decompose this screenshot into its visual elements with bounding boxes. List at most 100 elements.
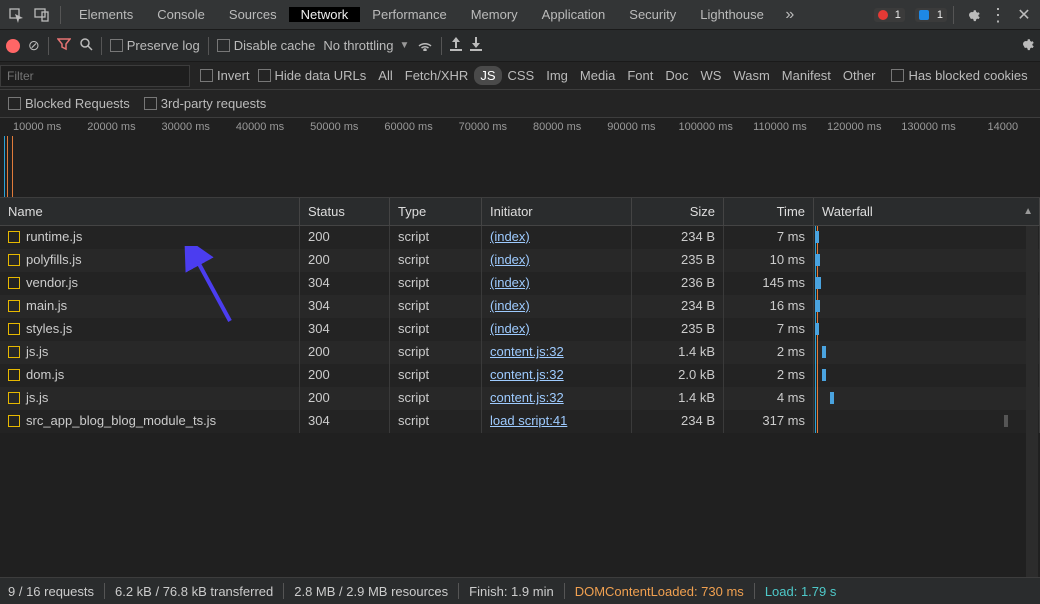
device-toggle-icon[interactable] bbox=[30, 3, 54, 27]
request-status: 200 bbox=[300, 387, 390, 410]
initiator-link[interactable]: (index) bbox=[490, 298, 530, 313]
filter-type-ws[interactable]: WS bbox=[694, 66, 727, 85]
filter-type-css[interactable]: CSS bbox=[502, 66, 541, 85]
initiator-link[interactable]: (index) bbox=[490, 275, 530, 290]
filter-type-img[interactable]: Img bbox=[540, 66, 574, 85]
blocked-cookies-checkbox[interactable]: Has blocked cookies bbox=[891, 68, 1027, 83]
overview-timeline[interactable]: 10000 ms20000 ms30000 ms40000 ms50000 ms… bbox=[0, 118, 1040, 198]
request-name: vendor.js bbox=[26, 275, 78, 290]
kebab-menu-icon[interactable]: ⋮ bbox=[986, 3, 1010, 27]
waterfall-cell bbox=[814, 272, 1040, 295]
search-icon[interactable] bbox=[79, 37, 93, 54]
hide-data-urls-checkbox[interactable]: Hide data URLs bbox=[258, 68, 367, 83]
timeline-tick: 110000 ms bbox=[743, 121, 817, 133]
initiator-link[interactable]: (index) bbox=[490, 229, 530, 244]
initiator-link[interactable]: (index) bbox=[490, 252, 530, 267]
close-devtools-icon[interactable]: ✕ bbox=[1012, 3, 1036, 27]
tab-console[interactable]: Console bbox=[145, 7, 217, 22]
request-status: 304 bbox=[300, 318, 390, 341]
initiator-link[interactable]: (index) bbox=[490, 321, 530, 336]
tab-security[interactable]: Security bbox=[617, 7, 688, 22]
settings-gear-icon[interactable] bbox=[960, 3, 984, 27]
network-conditions-icon[interactable] bbox=[417, 37, 433, 54]
disable-cache-checkbox[interactable]: Disable cache bbox=[217, 38, 316, 53]
request-size: 236 B bbox=[632, 272, 724, 295]
table-row[interactable]: js.js200scriptcontent.js:321.4 kB2 ms bbox=[0, 341, 1040, 364]
timeline-tick: 30000 ms bbox=[149, 121, 223, 133]
filter-type-js[interactable]: JS bbox=[474, 66, 501, 85]
network-settings-gear-icon[interactable] bbox=[1018, 36, 1034, 55]
request-status: 304 bbox=[300, 295, 390, 318]
table-row[interactable]: vendor.js304script(index)236 B145 ms bbox=[0, 272, 1040, 295]
more-tabs-icon[interactable]: » bbox=[778, 3, 802, 27]
filter-type-media[interactable]: Media bbox=[574, 66, 621, 85]
initiator-link[interactable]: load script:41 bbox=[490, 413, 567, 428]
request-name: js.js bbox=[26, 390, 48, 405]
request-status: 304 bbox=[300, 410, 390, 433]
inspect-icon[interactable] bbox=[4, 3, 28, 27]
filter-input[interactable] bbox=[0, 65, 190, 87]
request-type: script bbox=[390, 295, 482, 318]
tab-lighthouse[interactable]: Lighthouse bbox=[688, 7, 776, 22]
invert-checkbox[interactable]: Invert bbox=[200, 68, 250, 83]
filter-type-font[interactable]: Font bbox=[621, 66, 659, 85]
request-size: 234 B bbox=[632, 295, 724, 318]
clear-button[interactable]: ⊘ bbox=[28, 37, 40, 54]
table-row[interactable]: runtime.js200script(index)234 B7 ms bbox=[0, 226, 1040, 249]
table-row[interactable]: polyfills.js200script(index)235 B10 ms bbox=[0, 249, 1040, 272]
request-size: 2.0 kB bbox=[632, 364, 724, 387]
timeline-tick: 80000 ms bbox=[520, 121, 594, 133]
request-name: styles.js bbox=[26, 321, 72, 336]
filter-type-wasm[interactable]: Wasm bbox=[727, 66, 775, 85]
col-name[interactable]: Name bbox=[0, 198, 300, 225]
col-status[interactable]: Status bbox=[300, 198, 390, 225]
col-time[interactable]: Time bbox=[724, 198, 814, 225]
waterfall-cell bbox=[814, 295, 1040, 318]
request-size: 234 B bbox=[632, 226, 724, 249]
status-bar: 9 / 16 requests 6.2 kB / 76.8 kB transfe… bbox=[0, 578, 1040, 604]
initiator-link[interactable]: content.js:32 bbox=[490, 344, 564, 359]
waterfall-cell bbox=[814, 341, 1040, 364]
tab-application[interactable]: Application bbox=[530, 7, 618, 22]
request-status: 200 bbox=[300, 249, 390, 272]
error-count-badge[interactable]: 1 bbox=[874, 8, 905, 22]
message-count-badge[interactable]: 1 bbox=[915, 8, 947, 22]
request-size: 235 B bbox=[632, 249, 724, 272]
filter-type-fetchxhr[interactable]: Fetch/XHR bbox=[399, 66, 475, 85]
col-waterfall[interactable]: Waterfall▲ bbox=[814, 198, 1040, 225]
col-type[interactable]: Type bbox=[390, 198, 482, 225]
filter-bar: Invert Hide data URLs AllFetch/XHRJSCSSI… bbox=[0, 62, 1040, 90]
devtools-tabstrip: ElementsConsoleSourcesNetworkPerformance… bbox=[0, 0, 1040, 30]
table-row[interactable]: main.js304script(index)234 B16 ms bbox=[0, 295, 1040, 318]
tab-memory[interactable]: Memory bbox=[459, 7, 530, 22]
initiator-link[interactable]: content.js:32 bbox=[490, 367, 564, 382]
sort-asc-icon: ▲ bbox=[1023, 206, 1033, 217]
filter-type-manifest[interactable]: Manifest bbox=[776, 66, 837, 85]
table-row[interactable]: src_app_blog_blog_module_ts.js304scriptl… bbox=[0, 410, 1040, 433]
initiator-link[interactable]: content.js:32 bbox=[490, 390, 564, 405]
record-button[interactable] bbox=[6, 39, 20, 53]
tab-performance[interactable]: Performance bbox=[360, 7, 458, 22]
request-type: script bbox=[390, 341, 482, 364]
filter-type-all[interactable]: All bbox=[372, 66, 398, 85]
third-party-checkbox[interactable]: 3rd-party requests bbox=[144, 96, 267, 111]
preserve-log-checkbox[interactable]: Preserve log bbox=[110, 38, 200, 53]
blocked-requests-checkbox[interactable]: Blocked Requests bbox=[8, 96, 130, 111]
filter-type-other[interactable]: Other bbox=[837, 66, 882, 85]
import-har-icon[interactable] bbox=[450, 37, 462, 54]
tab-sources[interactable]: Sources bbox=[217, 7, 289, 22]
request-status: 200 bbox=[300, 341, 390, 364]
table-row[interactable]: styles.js304script(index)235 B7 ms bbox=[0, 318, 1040, 341]
export-har-icon[interactable] bbox=[470, 37, 482, 54]
table-row[interactable]: dom.js200scriptcontent.js:322.0 kB2 ms bbox=[0, 364, 1040, 387]
filter-type-doc[interactable]: Doc bbox=[659, 66, 694, 85]
throttling-dropdown[interactable]: No throttling▼ bbox=[323, 38, 409, 53]
scrollbar[interactable] bbox=[1026, 226, 1038, 577]
table-row[interactable]: js.js200scriptcontent.js:321.4 kB4 ms bbox=[0, 387, 1040, 410]
waterfall-cell bbox=[814, 249, 1040, 272]
col-size[interactable]: Size bbox=[632, 198, 724, 225]
col-initiator[interactable]: Initiator bbox=[482, 198, 632, 225]
tab-network[interactable]: Network bbox=[289, 7, 361, 22]
tab-elements[interactable]: Elements bbox=[67, 7, 145, 22]
filter-toggle-icon[interactable] bbox=[57, 37, 71, 54]
